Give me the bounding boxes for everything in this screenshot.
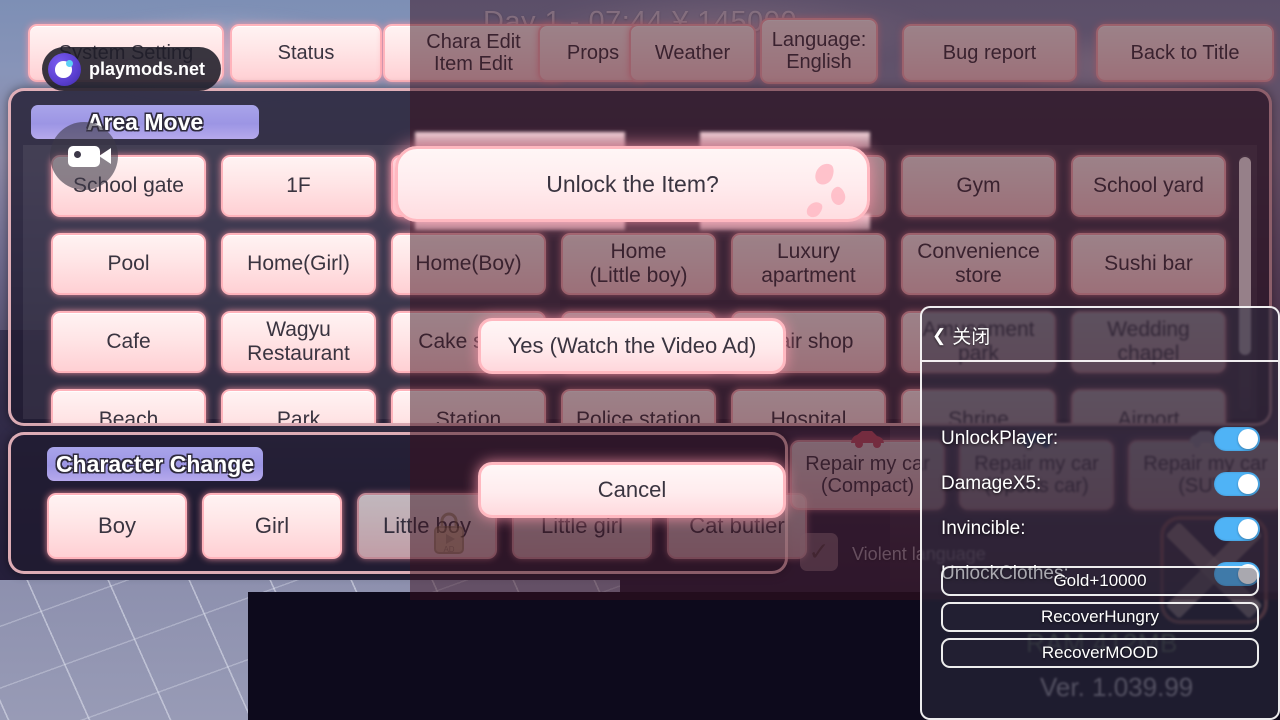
petal-icon [804, 198, 825, 221]
mod-panel-divider [922, 360, 1278, 362]
camera-icon[interactable] [50, 122, 118, 190]
label: Park [276, 408, 321, 426]
label: Wagyu Restaurant [247, 318, 350, 365]
character-change-title: Character Change [47, 447, 263, 481]
mod-toggle-invincible[interactable]: Invincible: [922, 506, 1278, 551]
label: Pool [107, 252, 150, 276]
toggle-knob [1238, 518, 1258, 539]
label: Home(Girl) [247, 252, 350, 276]
chevron-left-icon: ❮ [932, 325, 947, 345]
mod-action-buttons: Gold+10000 RecoverHungry RecoverMOOD [941, 566, 1259, 674]
label: RecoverMOOD [1041, 643, 1159, 662]
label: 1F [286, 174, 311, 198]
character-button-boy[interactable]: Boy [47, 493, 187, 559]
label: Gold+10000 [1053, 571, 1147, 590]
label: RecoverHungry [1040, 607, 1160, 626]
toggle-switch[interactable] [1214, 426, 1260, 451]
mod-toggle-unlockplayer[interactable]: UnlockPlayer: [922, 416, 1278, 461]
mod-panel-close-button[interactable]: ❮ 关闭 [932, 322, 990, 349]
label: Character Change [55, 450, 255, 477]
unlock-cancel-button[interactable]: Cancel [478, 462, 786, 518]
area-button[interactable]: Pool [51, 233, 206, 295]
unlock-yes-button[interactable]: Yes (Watch the Video Ad) [478, 318, 786, 374]
toggle-switch[interactable] [1214, 471, 1260, 496]
area-button[interactable]: Home(Girl) [221, 233, 376, 295]
mod-toggle-damagex5[interactable]: DamageX5: [922, 461, 1278, 506]
label: Cafe [106, 330, 151, 354]
playmods-logo-icon [48, 52, 81, 86]
label: Girl [254, 512, 290, 538]
label: 关闭 [952, 327, 991, 348]
menu-status[interactable]: Status [230, 24, 382, 82]
label: Boy [98, 512, 136, 538]
area-button[interactable]: Beach [51, 389, 206, 426]
label: Yes (Watch the Video Ad) [507, 333, 757, 358]
label: UnlockPlayer: [941, 427, 1059, 449]
label: Beach [98, 408, 159, 426]
area-button[interactable]: Park [221, 389, 376, 426]
game-screen: Day 1 - 07:44 ¥ 145000 System Setting St… [0, 0, 1280, 720]
petal-icon [828, 185, 848, 207]
label: Invincible: [941, 517, 1026, 539]
mod-menu-panel: ❮ 关闭 UnlockPlayer: DamageX5: Invincible:… [920, 306, 1280, 720]
mod-button-recover-hungry[interactable]: RecoverHungry [941, 602, 1259, 632]
label: DamageX5: [941, 472, 1042, 494]
label: playmods.net [89, 58, 206, 79]
playmods-watermark: playmods.net [42, 47, 222, 91]
camera-glyph [68, 145, 111, 167]
toggle-knob [1238, 428, 1258, 449]
petal-icon [812, 160, 837, 188]
area-button[interactable]: Wagyu Restaurant [221, 311, 376, 373]
toggle-switch[interactable] [1214, 516, 1260, 541]
area-button[interactable]: 1F [221, 155, 376, 217]
label: Status [277, 41, 335, 64]
character-button-girl[interactable]: Girl [202, 493, 342, 559]
label: Cancel [597, 477, 667, 502]
unlock-dialog-bubble: Unlock the Item? [395, 146, 870, 222]
area-button[interactable]: Cafe [51, 311, 206, 373]
unlock-dialog-question: Unlock the Item? [546, 170, 719, 197]
mod-button-gold[interactable]: Gold+10000 [941, 566, 1259, 596]
toggle-knob [1238, 473, 1258, 494]
mod-button-recover-mood[interactable]: RecoverMOOD [941, 638, 1259, 668]
